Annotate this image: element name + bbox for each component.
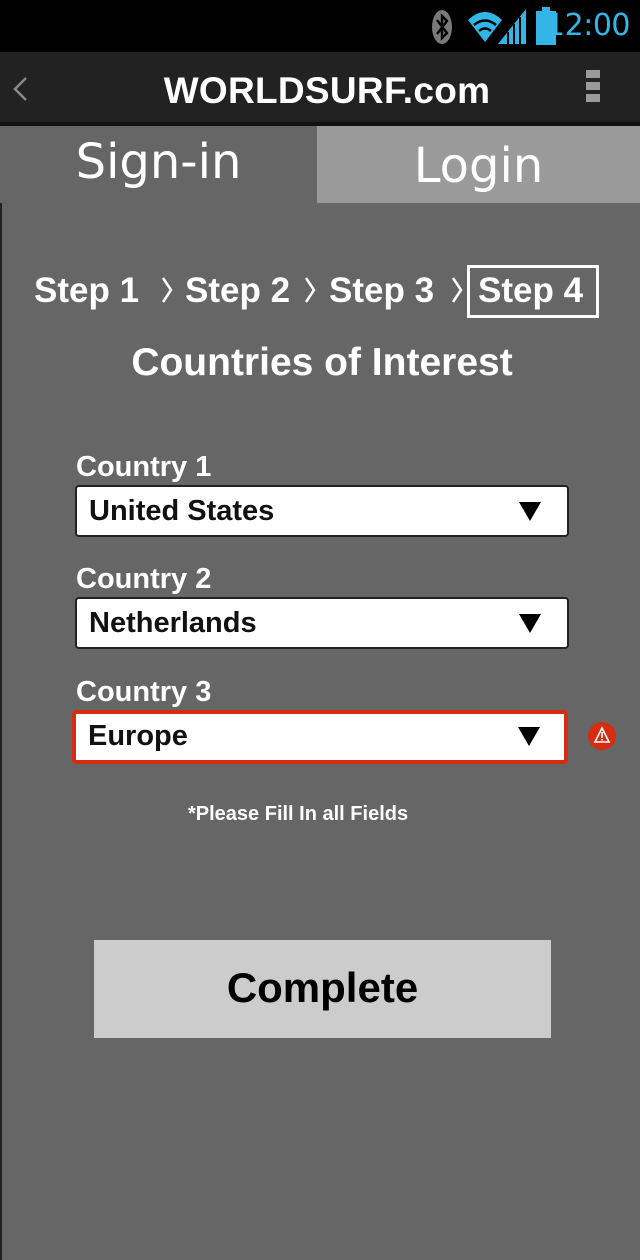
step-4: Step 4 <box>478 271 584 310</box>
dropdown-arrow-icon <box>519 502 541 521</box>
action-bar: WORLDSURF.com <box>0 52 640 122</box>
page-title: Countries of Interest <box>131 341 513 384</box>
step-indicator: Step 1 Step 2 Step 3 Step 4 <box>34 265 614 318</box>
sign-in-panel: Step 1 Step 2 Step 3 Step 4 Countries of… <box>0 203 640 1260</box>
clock: 12:00 <box>546 8 630 43</box>
country-1-value: United States <box>89 495 275 527</box>
dropdown-arrow-icon <box>518 727 540 746</box>
step-1: Step 1 <box>34 271 140 310</box>
country-2-value: Netherlands <box>89 607 257 639</box>
bluetooth-icon <box>432 10 452 44</box>
chevron-right-icon <box>451 277 463 303</box>
signal-icon <box>498 9 526 44</box>
step-2: Step 2 <box>185 271 291 310</box>
complete-button[interactable]: Complete <box>94 940 551 1038</box>
dropdown-arrow-icon <box>519 614 541 633</box>
validation-hint: *Please Fill In all Fields <box>188 803 409 825</box>
warning-icon <box>588 722 616 750</box>
country-1-select[interactable]: United States <box>75 485 569 537</box>
step-3: Step 3 <box>329 271 435 310</box>
country-3-value: Europe <box>88 720 188 752</box>
tab-sign-in[interactable]: Sign-in <box>0 126 317 203</box>
status-bar: 12:00 <box>0 0 640 52</box>
country-1-label: Country 1 <box>76 451 212 483</box>
chevron-right-icon <box>304 277 316 303</box>
tab-login[interactable]: Login <box>317 126 640 203</box>
country-3-select[interactable]: Europe <box>72 710 568 764</box>
app-title: WORLDSURF.com <box>163 70 491 111</box>
chevron-right-icon <box>161 277 173 303</box>
overflow-menu-icon[interactable] <box>586 70 602 106</box>
country-3-label: Country 3 <box>76 676 212 708</box>
country-2-label: Country 2 <box>76 563 212 595</box>
country-2-select[interactable]: Netherlands <box>75 597 569 649</box>
